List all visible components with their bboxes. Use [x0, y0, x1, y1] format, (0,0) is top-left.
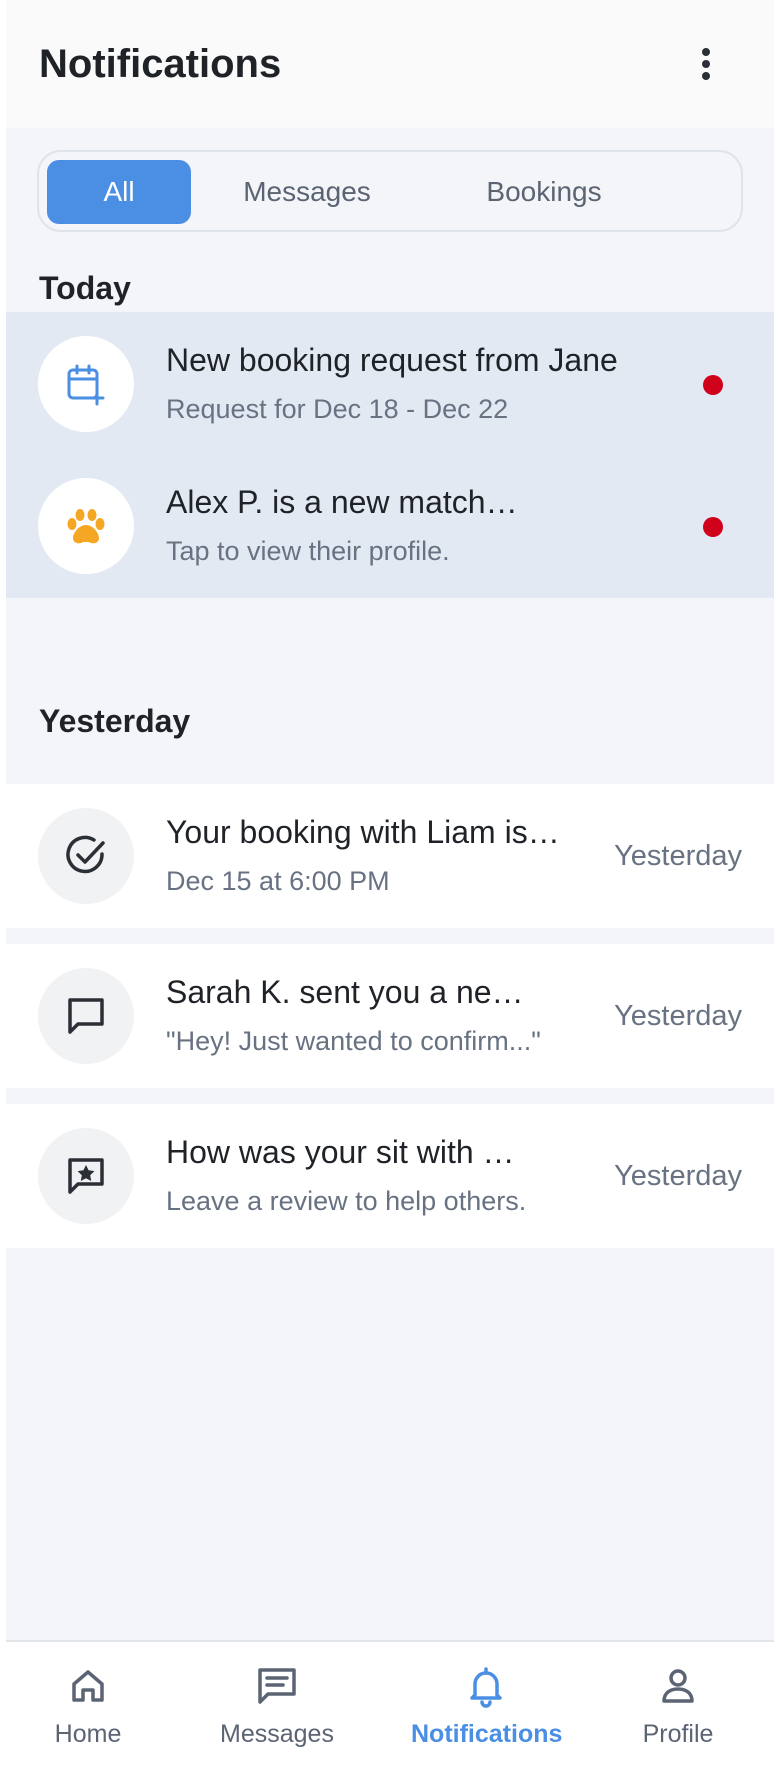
notification-subtitle: Tap to view their profile.: [166, 536, 450, 566]
nav-item-messages[interactable]: Messages: [202, 1642, 352, 1770]
notification-title: Sarah K. sent you a new message: [166, 974, 536, 1010]
bottom-navigation: Home Messages Notifications Profile: [6, 1640, 774, 1770]
notification-avatar: [38, 808, 134, 904]
section-header-yesterday: Yesterday: [39, 703, 191, 739]
notification-time: Yesterday: [614, 1160, 742, 1192]
notification-avatar: [38, 336, 134, 432]
unread-dot: [703, 517, 723, 537]
page-title: Notifications: [39, 42, 282, 86]
unread-dot: [703, 375, 723, 395]
notification-title: How was your sit with Max?: [166, 1134, 526, 1170]
notification-row[interactable]: Sarah K. sent you a new message "Hey! Ju…: [6, 944, 774, 1088]
notification-title: Alex P. is a new match for your pet: [166, 484, 526, 520]
tab-messages[interactable]: Messages: [235, 160, 379, 224]
notification-title: Your booking with Liam is confirmed: [166, 814, 566, 850]
notification-subtitle: Leave a review to help others.: [166, 1186, 527, 1216]
nav-label: Notifications: [411, 1720, 563, 1748]
more-vertical-icon: [702, 48, 710, 80]
top-app-bar: Notifications: [6, 0, 774, 128]
calendar-plus-icon: [67, 364, 105, 406]
section-header-today: Today: [39, 270, 131, 306]
notification-subtitle: Dec 15 at 6:00 PM: [166, 866, 390, 896]
nav-item-notifications[interactable]: Notifications: [411, 1642, 563, 1770]
paw-icon: [67, 509, 105, 544]
chat-icon: [68, 998, 104, 1034]
notification-row[interactable]: Alex P. is a new match for your pet Tap …: [6, 454, 774, 598]
review-star-icon: [68, 1158, 104, 1194]
notification-avatar: [38, 968, 134, 1064]
notification-row[interactable]: Your booking with Liam is confirmed Dec …: [6, 784, 774, 928]
more-options-button[interactable]: [686, 44, 726, 84]
tab-all[interactable]: All: [47, 160, 191, 224]
nav-item-profile[interactable]: Profile: [603, 1642, 753, 1770]
tab-bookings[interactable]: Bookings: [459, 160, 629, 224]
home-icon: [72, 1670, 104, 1702]
notification-row[interactable]: New booking request from Jane Request fo…: [6, 312, 774, 456]
app-screen: Notifications All Messages Bookings Toda…: [6, 0, 774, 1770]
notification-avatar: [38, 478, 134, 574]
notification-subtitle: Request for Dec 18 - Dec 22: [166, 394, 509, 424]
notification-row[interactable]: How was your sit with Max? Leave a revie…: [6, 1104, 774, 1248]
profile-icon: [662, 1669, 694, 1703]
notification-avatar: [38, 1128, 134, 1224]
nav-item-home[interactable]: Home: [13, 1642, 163, 1770]
nav-label: Profile: [642, 1720, 714, 1748]
messages-icon: [258, 1668, 296, 1704]
bell-icon: [470, 1667, 502, 1708]
notification-time: Yesterday: [614, 1000, 742, 1032]
nav-label: Messages: [220, 1720, 334, 1748]
nav-label: Home: [54, 1720, 122, 1748]
filter-tabs: All Messages Bookings: [37, 150, 743, 232]
notification-title: New booking request from Jane: [166, 342, 618, 378]
check-circle-icon: [66, 835, 105, 874]
notification-time: Yesterday: [614, 840, 742, 872]
notification-subtitle: "Hey! Just wanted to confirm...": [166, 1026, 541, 1056]
